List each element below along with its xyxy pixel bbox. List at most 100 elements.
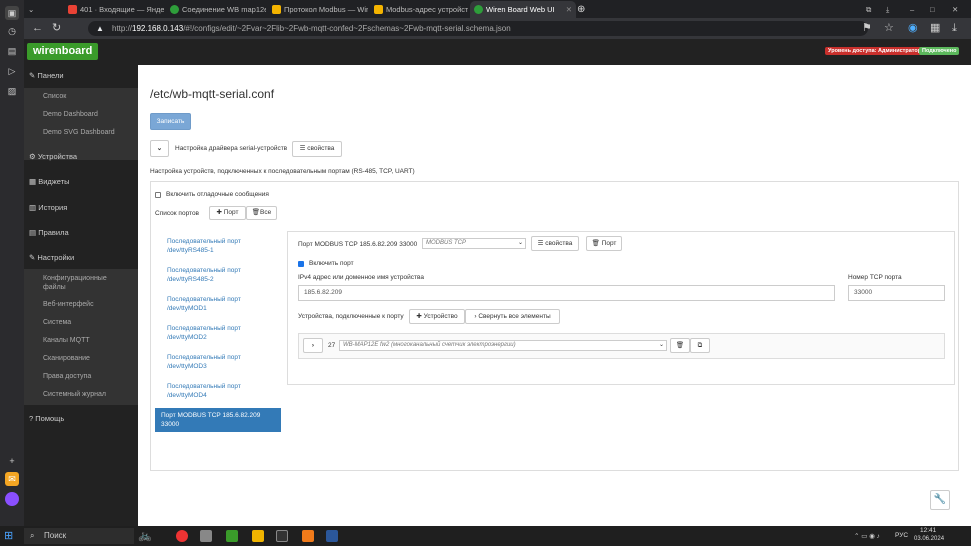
extensions-icon[interactable]: ▦ [930,22,940,35]
sidebar-item-scan[interactable]: Сканирование [24,355,138,362]
sidebar-item-history[interactable]: ▥ История [24,203,138,212]
close-window-icon[interactable]: ✕ [950,1,964,18]
language-indicator[interactable]: РУС [895,532,908,539]
url-input[interactable]: ▲ http://192.168.0.143/#!/configs/edit/~2… [88,21,868,36]
sidebar-item-panels[interactable]: ✎ Панели [24,71,138,80]
copy-icon: ⧉ [697,342,703,349]
port-type-select[interactable]: MODBUS TCP ⌄ [422,238,526,249]
calculator-icon[interactable] [200,530,212,542]
sidebar-item-config-files[interactable]: Конфигурационные файлы [24,274,124,292]
properties-button[interactable]: ☰ свойства [292,141,342,157]
tab-bar: ⌄ 401 · Входящие — Яндекс Соединение WB … [24,0,971,18]
trash-icon: 🗑 [675,342,685,349]
device-type-select[interactable]: WB-MAP12E fw2 (многоканальный счетчик эл… [339,340,667,351]
sidebar-item-settings[interactable]: ✎ Настройки [24,253,138,262]
device-index: 27 [328,342,336,349]
sidebar-item-mqtt-channels[interactable]: Каналы MQTT [24,337,138,344]
clock-date[interactable]: 03.06.2024 [914,536,944,542]
media-icon[interactable]: ▷ [5,64,19,78]
port-mod3[interactable]: Последовательный порт/dev/ttyMOD3 [161,353,281,371]
maximize-icon[interactable]: □ [928,1,942,18]
expand-device-button[interactable]: › [303,338,323,353]
sidebar-item-system[interactable]: Система [24,319,138,326]
wirenboard-logo[interactable]: wirenboard [27,43,99,60]
sidebar-item-system-log[interactable]: Системный журнал [24,391,138,398]
yandex-browser-icon[interactable] [176,530,188,542]
port-rs485-2[interactable]: Последовательный порт/dev/ttyRS485-2 [161,266,281,284]
collapse-toggle-button[interactable]: ⌄ [150,140,169,157]
taskbar-search[interactable]: ⌕ Поиск [24,528,134,544]
top-navbar: wirenboard Уровень доступа: Администрато… [24,39,971,65]
tab-wirenboard-ui[interactable]: Wiren Board Web UI ✕ [470,1,576,18]
downloads-icon[interactable]: ⤓ [952,22,957,35]
tab-menu-button[interactable]: ⌄ [24,1,42,18]
bookmark-icon[interactable]: ⚑ [862,22,872,35]
sidebar-item-access-rights[interactable]: Права доступа [24,373,138,380]
alice-icon[interactable] [5,492,19,506]
back-icon[interactable]: ← [32,22,43,35]
download-icon[interactable]: ⤓ [884,1,898,18]
word-icon[interactable] [326,530,338,542]
folder-icon[interactable] [252,530,264,542]
sidebar-item-rules[interactable]: ▤ Правила [24,228,138,237]
delete-device-button[interactable]: 🗑 [670,338,690,353]
plus-icon: ✚ [416,313,422,320]
port-mod1[interactable]: Последовательный порт/dev/ttyMOD1 [161,295,281,313]
clock-time[interactable]: 12:41 [920,527,936,534]
enable-port-checkbox[interactable] [298,261,304,267]
port-mod2[interactable]: Последовательный порт/dev/ttyMOD2 [161,324,281,342]
sidebar-item-demo-dashboard[interactable]: Demo Dashboard [24,111,138,118]
wrench-icon: ✎ [29,253,36,262]
sidebar-item-demo-svg-dashboard[interactable]: Demo SVG Dashboard [24,129,138,136]
add-device-button[interactable]: ✚ Устройство [409,309,465,324]
config-panel: Включить отладочные сообщения Список пор… [150,181,959,471]
port-properties-button[interactable]: ☰ свойства [531,236,579,251]
history-icon[interactable]: ◷ [5,24,19,38]
new-tab-button[interactable]: ⊕ [574,1,588,18]
extension-icon[interactable]: ◉ [908,22,918,35]
tcp-port-input[interactable]: 33000 [848,285,945,301]
add-port-button[interactable]: ✚ Порт [209,206,246,220]
tab-wb-map12e[interactable]: Соединение WB map12e [166,1,266,18]
tab-modbus-protocol[interactable]: Протокол Modbus — Wiren [268,1,368,18]
list-icon: ☰ [299,145,306,152]
collections-icon[interactable]: ▤ [5,44,19,58]
tab-modbus-address[interactable]: Modbus-адрес устройств [370,1,468,18]
window-restore-icon[interactable]: ⧉ [864,1,878,18]
terminal-icon[interactable] [276,530,288,542]
address-label: IPv4 адрес или доменное имя устройства [298,274,424,281]
delete-all-button[interactable]: 🗑Все [246,206,277,220]
wrench-tool-button[interactable]: 🔧 [930,490,950,510]
collapse-all-button[interactable]: › Свернуть все элементы [465,309,560,324]
bookmarks-icon[interactable]: ☆ [884,22,894,35]
browser-menu-icon[interactable]: ▣ [5,6,19,20]
app2-icon[interactable] [302,530,314,542]
copy-device-button[interactable]: ⧉ [690,338,710,353]
address-input[interactable]: 185.6.82.209 [298,285,835,301]
tray-icons[interactable]: ⌃ ▭ ◉ ♪ [854,532,880,540]
app-icon[interactable] [226,530,238,542]
sidebar-item-web-ui[interactable]: Веб-интерфейс [24,301,138,308]
port-modbus-tcp[interactable]: Порт MODBUS TCP 185.6.82.209 33000 [155,408,281,432]
page-title: /etc/wb-mqtt-serial.conf [150,87,275,101]
sidebar-item-help[interactable]: ? Помощь [24,414,138,423]
reload-icon[interactable]: ↻ [52,22,61,35]
add-panel-icon[interactable]: + [5,454,19,468]
delete-port-button[interactable]: 🗑 Порт [586,236,622,251]
minimize-icon[interactable]: – [908,1,922,18]
tab-inbox[interactable]: 401 · Входящие — Яндекс [64,1,164,18]
port-mod4[interactable]: Последовательный порт/dev/ttyMOD4 [161,382,281,400]
save-button[interactable]: Записать [150,113,191,130]
port-rs485-1[interactable]: Последовательный порт/dev/ttyRS485-1 [161,237,281,255]
access-level-badge: Уровень доступа: Администратор [825,47,925,55]
mail-icon[interactable]: ✉ [5,472,19,486]
sidebar-item-widgets[interactable]: ▦ Виджеты [24,177,138,186]
sidebar-item-devices[interactable]: ⚙ Устройства [24,152,138,161]
close-tab-icon[interactable]: ✕ [566,1,572,18]
device-row: › 27 WB-MAP12E fw2 (многоканальный счетч… [298,333,945,359]
tcp-port-label: Номер TCP порта [848,274,902,281]
notes-icon[interactable]: ▨ [5,84,19,98]
sidebar-item-list[interactable]: Список [24,93,138,100]
debug-checkbox[interactable] [155,192,161,198]
windows-start-icon[interactable]: ⊞ [4,530,16,542]
